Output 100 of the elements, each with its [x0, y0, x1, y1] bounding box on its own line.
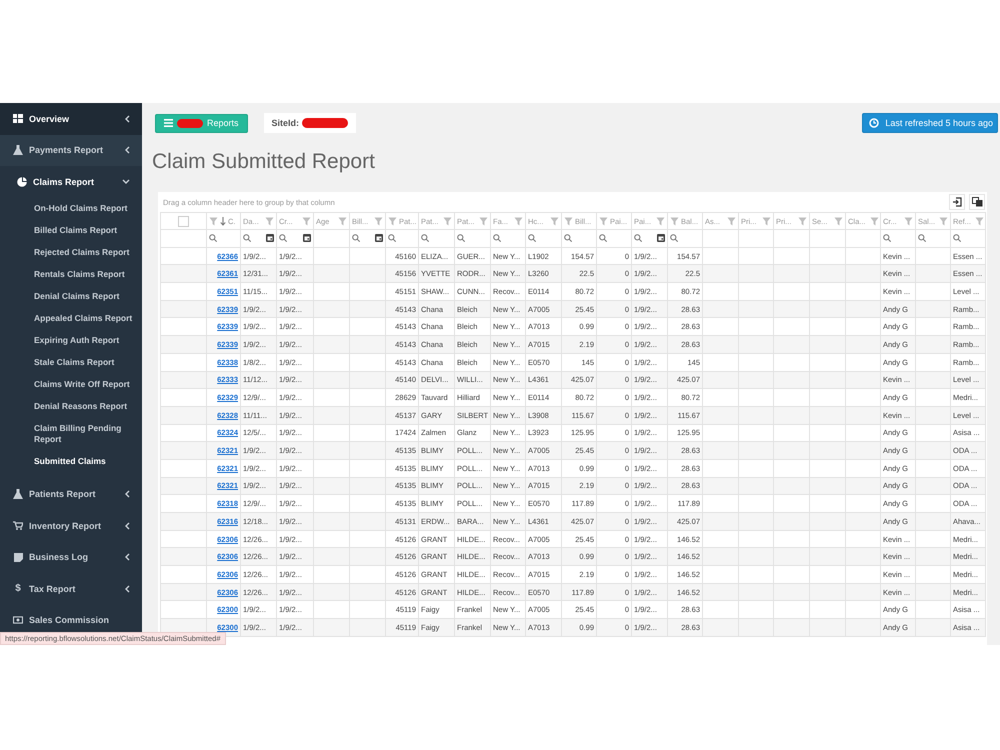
filter-icon	[974, 216, 984, 226]
sidebar-subitem[interactable]: Denial Reasons Report	[0, 396, 142, 418]
calendar-icon	[657, 234, 665, 242]
filter-field[interactable]	[846, 230, 880, 248]
search-icon	[918, 234, 926, 242]
filter-field[interactable]	[950, 230, 986, 248]
sidebar-item[interactable]: Inventory Report	[0, 510, 142, 542]
filter-icon	[265, 216, 274, 226]
filter-field[interactable]	[490, 230, 526, 248]
calendar-icon	[303, 234, 311, 242]
chevron-left-icon	[124, 522, 130, 530]
dollar-icon: $	[13, 583, 23, 594]
chevron-left-icon	[124, 114, 130, 123]
note-icon	[14, 552, 22, 562]
select-all-checkbox[interactable]	[178, 216, 189, 226]
filter-field[interactable]	[314, 230, 350, 248]
chevron-left-icon	[124, 146, 130, 154]
sidebar-subitem[interactable]: Denial Claims Report	[0, 286, 142, 308]
filter-field[interactable]	[810, 230, 846, 248]
sidebar-subitem[interactable]: Claims Write Off Report	[0, 374, 142, 396]
filter-icon	[939, 216, 948, 226]
filter-field[interactable]	[562, 230, 596, 248]
columns-icon[interactable]	[969, 194, 985, 210]
search-icon	[388, 234, 396, 242]
sidebar-subitem[interactable]: Appealed Claims Report	[0, 308, 142, 330]
filter-field[interactable]	[738, 230, 774, 248]
search-icon	[352, 234, 360, 242]
sidebar-subitem[interactable]: Claim Billing Pending Report	[0, 418, 142, 450]
page-title: Claim Submitted Report	[152, 150, 376, 174]
search-icon	[493, 234, 501, 242]
sidebar-subitem[interactable]: Rentals Claims Report	[0, 264, 142, 286]
flask-icon	[13, 489, 23, 500]
search-icon	[209, 234, 217, 242]
search-icon	[670, 234, 678, 242]
filter-icon	[302, 216, 311, 226]
sidebar-item[interactable]: Claims Report	[0, 166, 142, 198]
search-icon	[634, 234, 642, 242]
sidebar-item[interactable]: Business Log	[0, 542, 142, 573]
search-icon	[883, 234, 891, 242]
filter-field[interactable]	[596, 230, 632, 248]
sidebar-item[interactable]: Payments Report	[0, 134, 142, 166]
sidebar-item[interactable]: Patients Report	[0, 478, 142, 510]
filter-field[interactable]	[668, 230, 702, 248]
filter-field[interactable]	[240, 230, 276, 248]
chevron-left-icon	[124, 584, 130, 593]
filter-field[interactable]	[386, 230, 418, 248]
filter-field[interactable]	[774, 230, 810, 248]
sidebar-subitem[interactable]: Submitted Claims	[0, 450, 142, 472]
search-icon	[243, 234, 251, 242]
sidebar-item[interactable]: $ Tax Report	[0, 573, 142, 604]
search-icon	[599, 234, 607, 242]
pie-chart-icon	[17, 176, 27, 187]
filter-field[interactable]	[350, 230, 386, 248]
site-id-field: SiteId:	[264, 113, 356, 133]
filter-icon	[443, 216, 452, 226]
search-icon	[421, 234, 429, 242]
filter-field[interactable]	[632, 230, 668, 248]
search-icon	[564, 234, 572, 242]
reports-button[interactable]: Reports	[155, 114, 248, 132]
clock-icon	[869, 118, 880, 128]
export-icon[interactable]	[949, 194, 965, 210]
sidebar-subitem[interactable]: On-Hold Claims Report	[0, 198, 142, 220]
filter-field[interactable]	[276, 230, 314, 248]
chevron-down-icon	[122, 178, 130, 185]
sidebar-subitem[interactable]: Stale Claims Report	[0, 352, 142, 374]
search-icon	[279, 234, 287, 242]
chevron-left-icon	[124, 490, 130, 498]
filter-field[interactable]	[526, 230, 562, 248]
search-icon	[457, 234, 465, 242]
sidebar-subitem[interactable]: Expiring Auth Report	[0, 330, 142, 352]
filter-icon	[209, 216, 218, 226]
calendar-icon	[375, 234, 383, 242]
sidebar-item[interactable]: Overview	[0, 103, 142, 134]
menu-icon	[164, 119, 173, 127]
filter-icon	[479, 216, 488, 226]
filter-icon	[904, 216, 913, 226]
flask-icon	[13, 145, 23, 156]
filter-field[interactable]	[702, 230, 738, 248]
refresh-status-button[interactable]: Last refreshed 5 hours ago	[862, 113, 998, 133]
filter-icon	[762, 216, 771, 226]
chevron-left-icon	[124, 553, 130, 562]
grid-icon	[13, 114, 23, 124]
sidebar-subitem[interactable]: Billed Claims Report	[0, 220, 142, 242]
search-icon	[953, 234, 961, 242]
filter-icon	[599, 216, 608, 226]
filter-field[interactable]	[454, 230, 490, 248]
filter-icon	[870, 216, 879, 226]
filter-icon	[338, 216, 347, 226]
cart-icon	[13, 521, 23, 530]
filter-icon	[834, 216, 843, 226]
filter-field[interactable]	[916, 230, 950, 248]
filter-field[interactable]	[418, 230, 454, 248]
calendar-icon	[266, 234, 274, 242]
filter-icon	[798, 216, 807, 226]
sidebar-subitem[interactable]: Rejected Claims Report	[0, 242, 142, 264]
banknote-icon	[13, 616, 23, 624]
filter-field[interactable]	[880, 230, 916, 248]
filter-icon	[514, 216, 523, 226]
filter-field[interactable]	[206, 230, 240, 248]
filter-icon	[727, 216, 736, 226]
